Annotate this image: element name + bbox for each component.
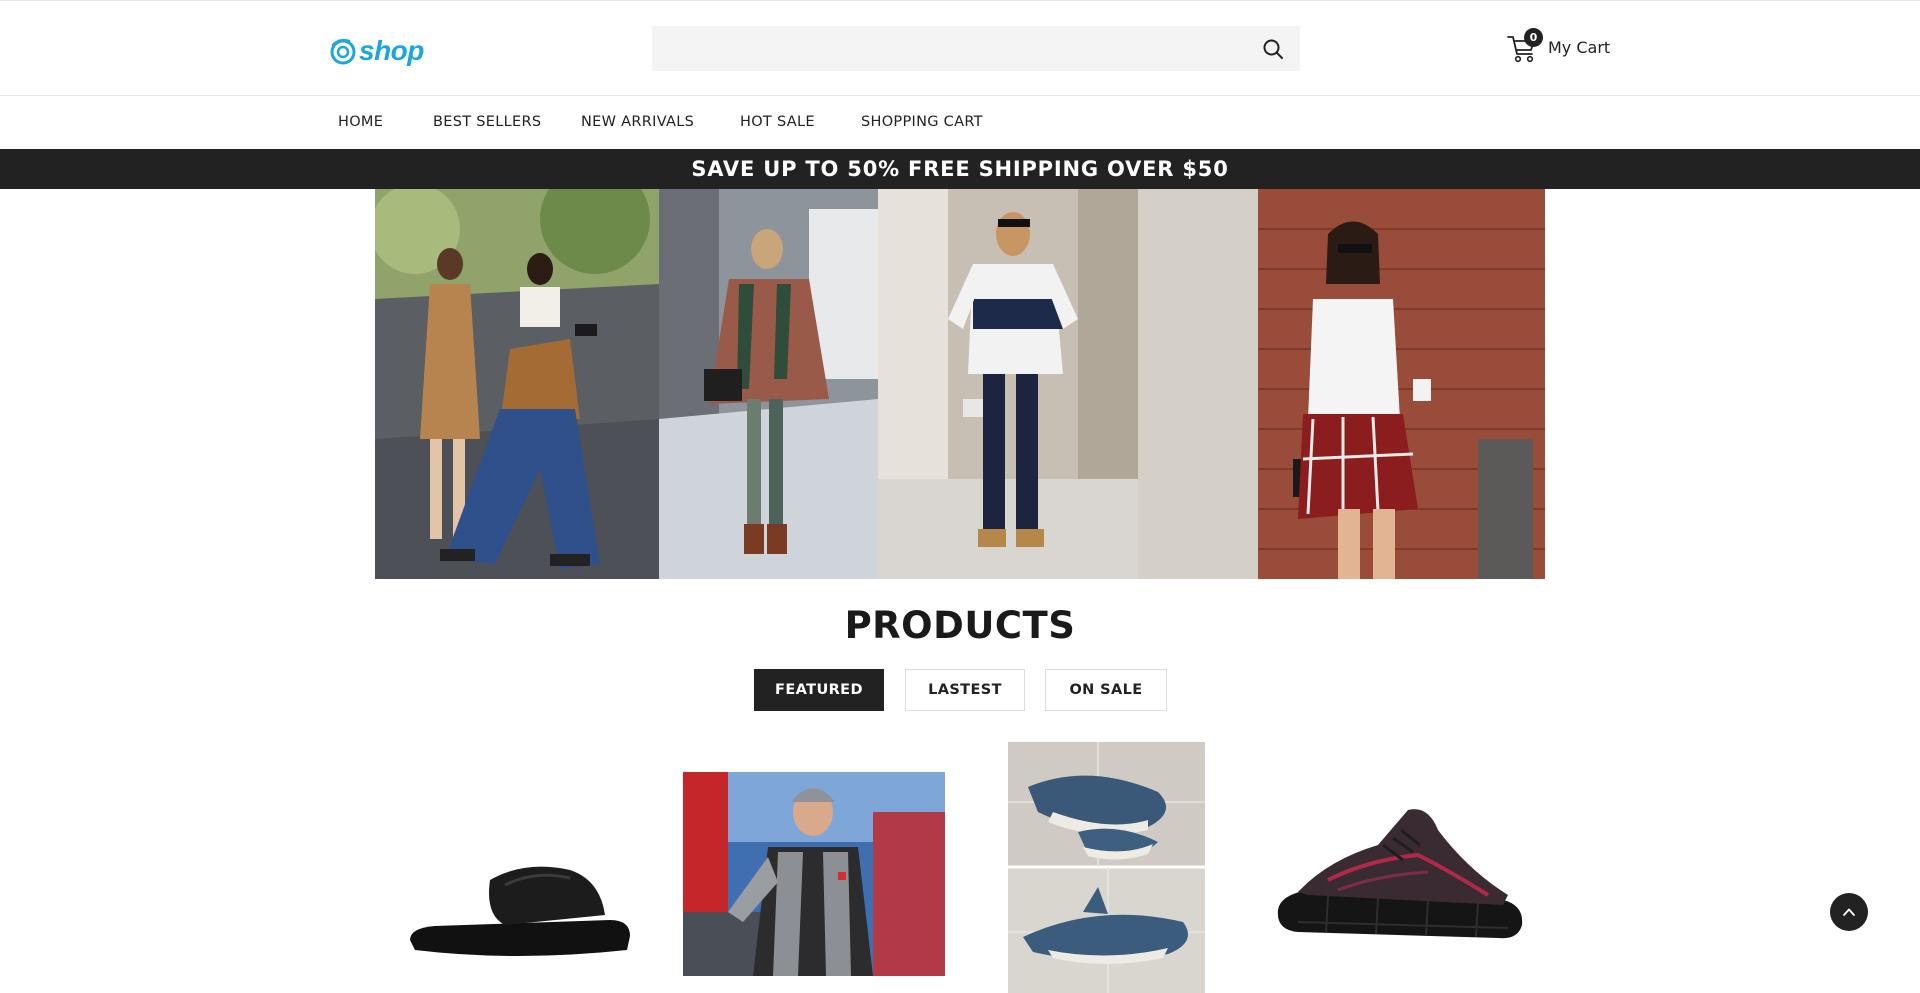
nav-item-shopping-cart[interactable]: SHOPPING CART — [861, 96, 983, 149]
cart-icon-wrap: 0 — [1506, 28, 1543, 64]
nav-item-home[interactable]: HOME — [338, 96, 383, 149]
product-image-shark-plush[interactable] — [1008, 742, 1205, 993]
nav-item-best-sellers[interactable]: BEST SELLERS — [433, 96, 541, 149]
search-button[interactable] — [1260, 36, 1286, 62]
products-heading: PRODUCTS — [844, 604, 1076, 647]
hero-banner[interactable] — [375, 189, 1545, 579]
chevron-up-icon — [1843, 908, 1855, 916]
nav-item-new-arrivals[interactable]: NEW ARRIVALS — [581, 96, 694, 149]
cart-count-badge: 0 — [1524, 28, 1543, 47]
site-header: shop 0 My Cart — [0, 0, 1920, 96]
tab-on-sale[interactable]: ON SALE — [1045, 669, 1167, 711]
promo-banner: SAVE UP TO 50% FREE SHIPPING OVER $50 — [0, 149, 1920, 189]
nav-item-hot-sale[interactable]: HOT SALE — [740, 96, 815, 149]
cart-link[interactable]: 0 My Cart — [1506, 28, 1611, 65]
product-image-knit-sneaker[interactable] — [1268, 800, 1530, 950]
tab-featured[interactable]: FEATURED — [754, 669, 884, 711]
shop-logo[interactable]: shop — [329, 35, 424, 67]
product-image-slide-sandal[interactable] — [395, 840, 645, 970]
logo-swirl-icon — [330, 38, 356, 65]
promo-text: SAVE UP TO 50% FREE SHIPPING OVER $50 — [691, 157, 1229, 181]
hero-image-street-style-2 — [659, 189, 878, 579]
product-image-winter-vest[interactable] — [683, 772, 945, 976]
search-input[interactable] — [652, 26, 1300, 71]
logo-text: shop — [359, 35, 424, 66]
search-icon — [1263, 39, 1283, 59]
hero-image-street-style-3 — [878, 189, 1138, 579]
tab-lastest[interactable]: LASTEST — [905, 669, 1025, 711]
main-nav: HOME BEST SELLERS NEW ARRIVALS HOT SALE … — [0, 96, 1920, 149]
search-bar — [652, 26, 1300, 71]
hero-image-street-style-1 — [375, 189, 659, 579]
cart-label: My Cart — [1548, 37, 1611, 57]
back-to-top-button[interactable] — [1830, 893, 1868, 931]
hero-image-street-style-4 — [1138, 189, 1545, 579]
